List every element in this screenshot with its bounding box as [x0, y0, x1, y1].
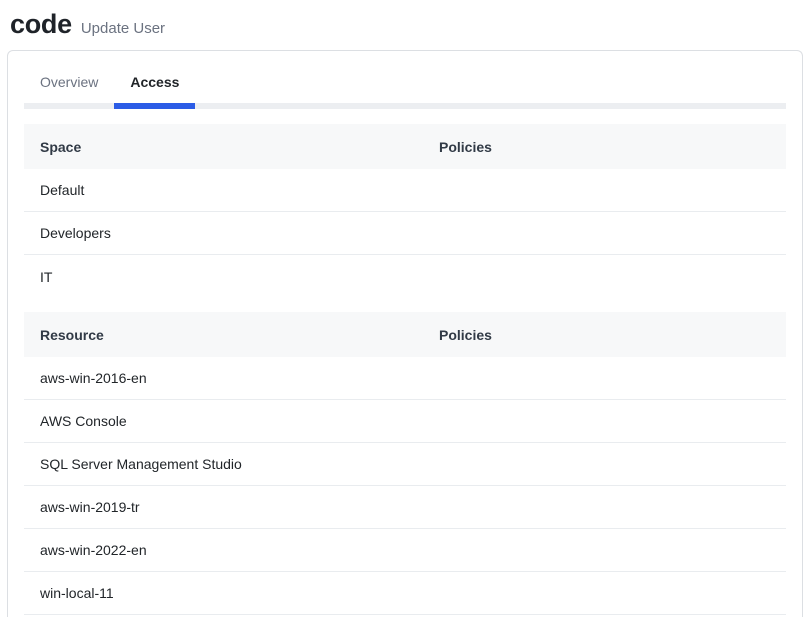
- column-header-policies: Policies: [423, 139, 786, 155]
- tab-access[interactable]: Access: [114, 63, 195, 103]
- table-body: aws-win-2016-en AWS Console SQL Server M…: [24, 357, 786, 615]
- cell-name: aws-win-2016-en: [24, 370, 423, 386]
- cell-name: SQL Server Management Studio: [24, 456, 423, 472]
- resource-row[interactable]: SQL Server Management Studio: [24, 443, 786, 486]
- table-header-row: Space Policies: [24, 124, 786, 169]
- cell-name: aws-win-2019-tr: [24, 499, 423, 515]
- resource-row[interactable]: win-local-11: [24, 572, 786, 615]
- app-title: code: [10, 9, 72, 39]
- column-header-name: Resource: [24, 327, 423, 343]
- tab-label: Access: [130, 74, 179, 90]
- cell-name: IT: [24, 269, 423, 285]
- resource-row[interactable]: AWS Console: [24, 400, 786, 443]
- space-row[interactable]: IT: [24, 255, 786, 298]
- column-header-policies: Policies: [423, 327, 786, 343]
- table-body: Default Developers IT: [24, 169, 786, 298]
- tab-overview[interactable]: Overview: [24, 63, 114, 103]
- table-header-row: Resource Policies: [24, 312, 786, 357]
- resource-table: Resource Policies aws-win-2016-en AWS Co…: [24, 312, 786, 615]
- resource-row[interactable]: aws-win-2022-en: [24, 529, 786, 572]
- cell-name: aws-win-2022-en: [24, 542, 423, 558]
- update-user-card: Overview Access Space Policies Default D…: [7, 50, 803, 617]
- tables-container: Space Policies Default Developers IT Res…: [24, 124, 786, 615]
- resource-row[interactable]: aws-win-2016-en: [24, 357, 786, 400]
- tab-label: Overview: [40, 74, 98, 90]
- cell-name: AWS Console: [24, 413, 423, 429]
- cell-name: win-local-11: [24, 585, 423, 601]
- space-row[interactable]: Developers: [24, 212, 786, 255]
- column-header-name: Space: [24, 139, 423, 155]
- tab-bar: Overview Access: [8, 51, 802, 103]
- space-row[interactable]: Default: [24, 169, 786, 212]
- cell-name: Default: [24, 182, 423, 198]
- space-table: Space Policies Default Developers IT: [24, 124, 786, 298]
- cell-name: Developers: [24, 225, 423, 241]
- resource-row[interactable]: aws-win-2019-tr: [24, 486, 786, 529]
- page-subtitle: Update User: [81, 20, 165, 37]
- page-header: code Update User: [0, 0, 810, 50]
